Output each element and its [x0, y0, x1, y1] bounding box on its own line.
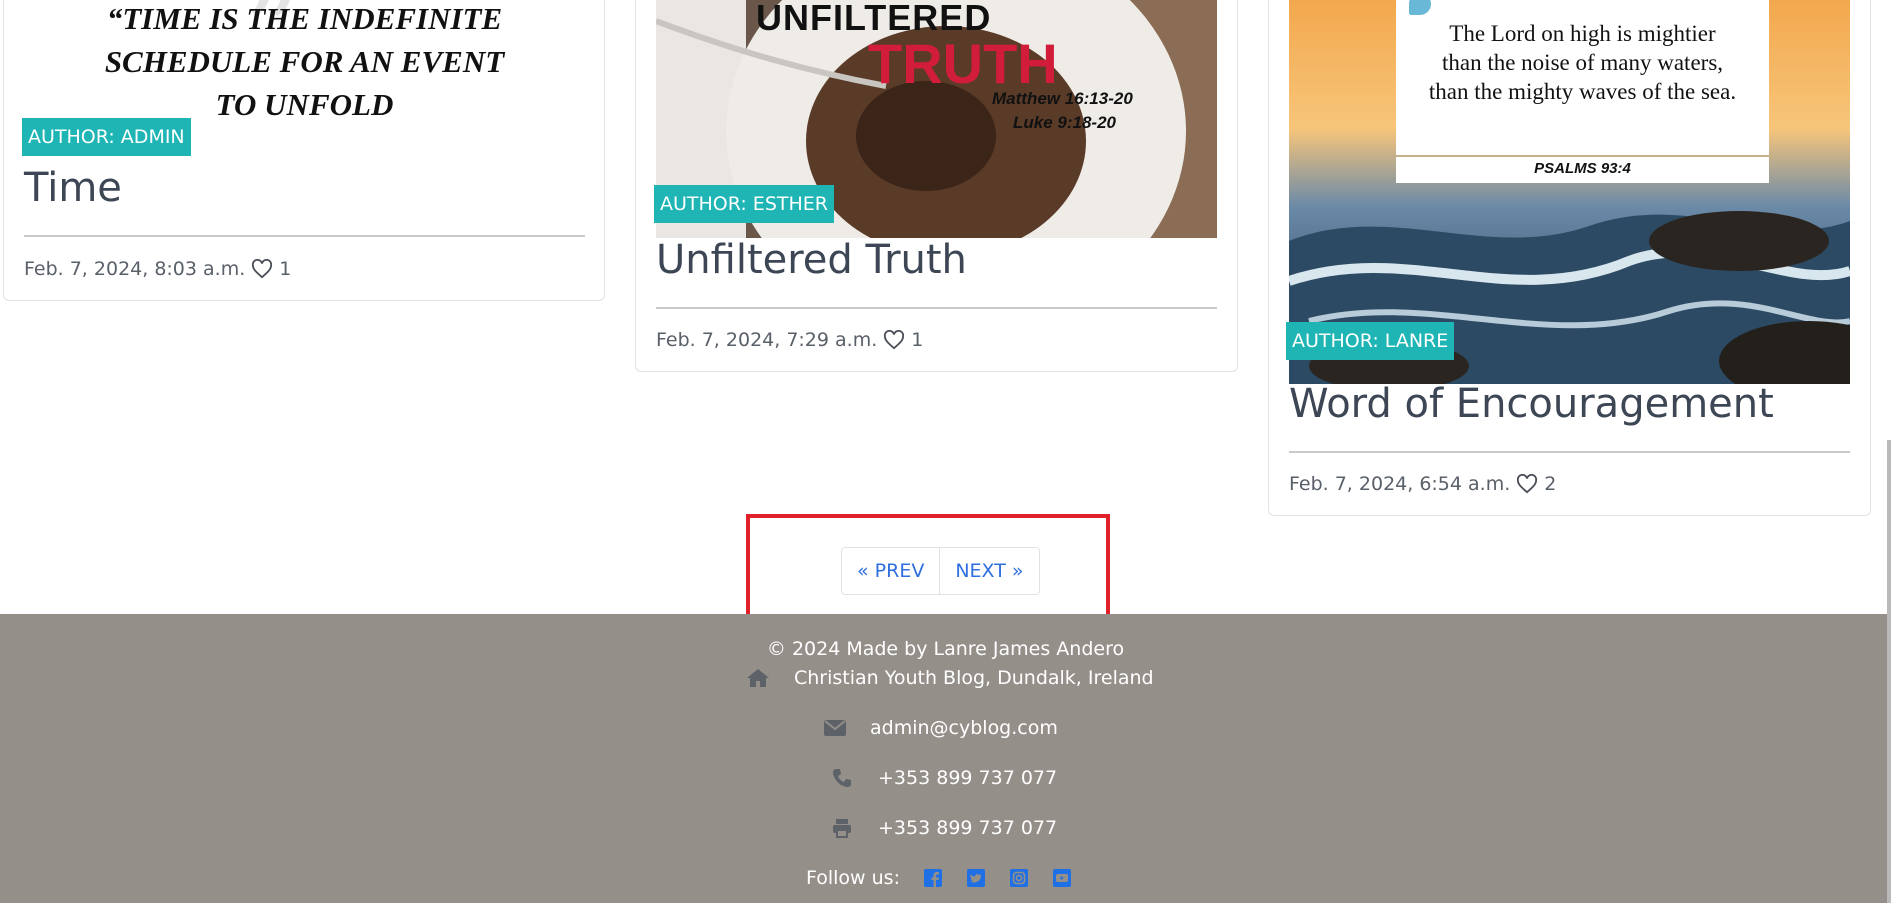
instagram-icon[interactable]	[1009, 869, 1028, 887]
phone-row: +353 899 737 077	[832, 767, 1057, 789]
fax-row: +353 899 737 077	[832, 817, 1057, 839]
author-badge[interactable]: AUTHOR: LANRE	[1286, 322, 1455, 360]
fax-text: +353 899 737 077	[878, 817, 1058, 839]
post-meta: Feb. 7, 2024, 8:03 a.m. 1	[24, 258, 291, 280]
post-card-word-of-encouragement[interactable]: The Lord on high is mightier than the no…	[1268, 0, 1871, 516]
post-date: Feb. 7, 2024, 7:29 a.m.	[656, 329, 878, 351]
post-meta: Feb. 7, 2024, 6:54 a.m. 2	[1289, 473, 1556, 495]
heart-icon[interactable]	[1516, 474, 1538, 494]
phone-icon	[833, 769, 851, 787]
post-date: Feb. 7, 2024, 8:03 a.m.	[24, 258, 246, 280]
email-link[interactable]: admin@cyblog.com	[870, 717, 1058, 739]
divider	[1289, 451, 1850, 453]
author-badge[interactable]: AUTHOR: ESTHER	[654, 185, 834, 223]
address-text: Christian Youth Blog, Dundalk, Ireland	[794, 667, 1154, 689]
post-date: Feb. 7, 2024, 6:54 a.m.	[1289, 473, 1511, 495]
post-card-time[interactable]: ” “TIME IS THE INDEFINITE SCHEDULE FOR A…	[3, 0, 605, 301]
copyright-text: © 2024 Made by Lanre James Andero	[766, 638, 1125, 660]
home-icon	[747, 669, 769, 687]
twitter-icon[interactable]	[966, 869, 985, 887]
heart-icon[interactable]	[251, 259, 273, 279]
author-badge[interactable]: AUTHOR: ADMIN	[22, 118, 191, 156]
like-count: 1	[279, 258, 292, 280]
image-text-line: PSALMS 93:4	[1534, 160, 1631, 177]
address-row: Christian Youth Blog, Dundalk, Ireland	[746, 667, 1154, 689]
email-row: admin@cyblog.com	[824, 717, 1058, 739]
pagination-highlight-box	[746, 514, 1110, 622]
post-title[interactable]: Word of Encouragement	[1289, 381, 1774, 427]
like-count: 2	[1544, 473, 1557, 495]
site-footer: © 2024 Made by Lanre James Andero Christ…	[0, 614, 1891, 903]
post-title[interactable]: Unfiltered Truth	[656, 237, 967, 283]
post-meta: Feb. 7, 2024, 7:29 a.m. 1	[656, 329, 923, 351]
post-card-unfiltered-truth[interactable]: UNFILTERED TRUTH Matthew 16:13-20 Luke 9…	[635, 0, 1238, 372]
image-text-line: Luke 9:18-20	[1013, 113, 1116, 132]
envelope-icon	[824, 720, 846, 736]
phone-text: +353 899 737 077	[878, 767, 1058, 789]
follow-label: Follow us:	[806, 867, 900, 889]
post-title[interactable]: Time	[24, 165, 122, 211]
divider	[656, 307, 1217, 309]
social-row: Follow us:	[806, 867, 1071, 889]
image-text-line: than the noise of many waters,	[1441, 50, 1724, 75]
youtube-icon[interactable]	[1052, 869, 1071, 887]
image-text-line: than the mighty waves of the sea.	[1428, 79, 1737, 104]
copyright-row: © 2024 Made by Lanre James Andero	[0, 638, 1891, 660]
divider	[24, 235, 585, 237]
image-text-line: SCHEDULE FOR AN EVENT	[104, 44, 505, 79]
heart-icon[interactable]	[883, 330, 905, 350]
like-count: 1	[911, 329, 924, 351]
post-image-time[interactable]: ” “TIME IS THE INDEFINITE SCHEDULE FOR A…	[24, 0, 585, 131]
facebook-icon[interactable]	[923, 869, 942, 887]
page-scrollbar[interactable]	[1887, 440, 1891, 903]
image-text-line: The Lord on high is mightier	[1449, 21, 1716, 46]
image-text-line: “TIME IS THE INDEFINITE	[106, 1, 503, 36]
image-text-line: Matthew 16:13-20	[992, 89, 1133, 108]
print-icon	[833, 819, 851, 838]
image-text-line: TRUTH	[868, 32, 1058, 95]
